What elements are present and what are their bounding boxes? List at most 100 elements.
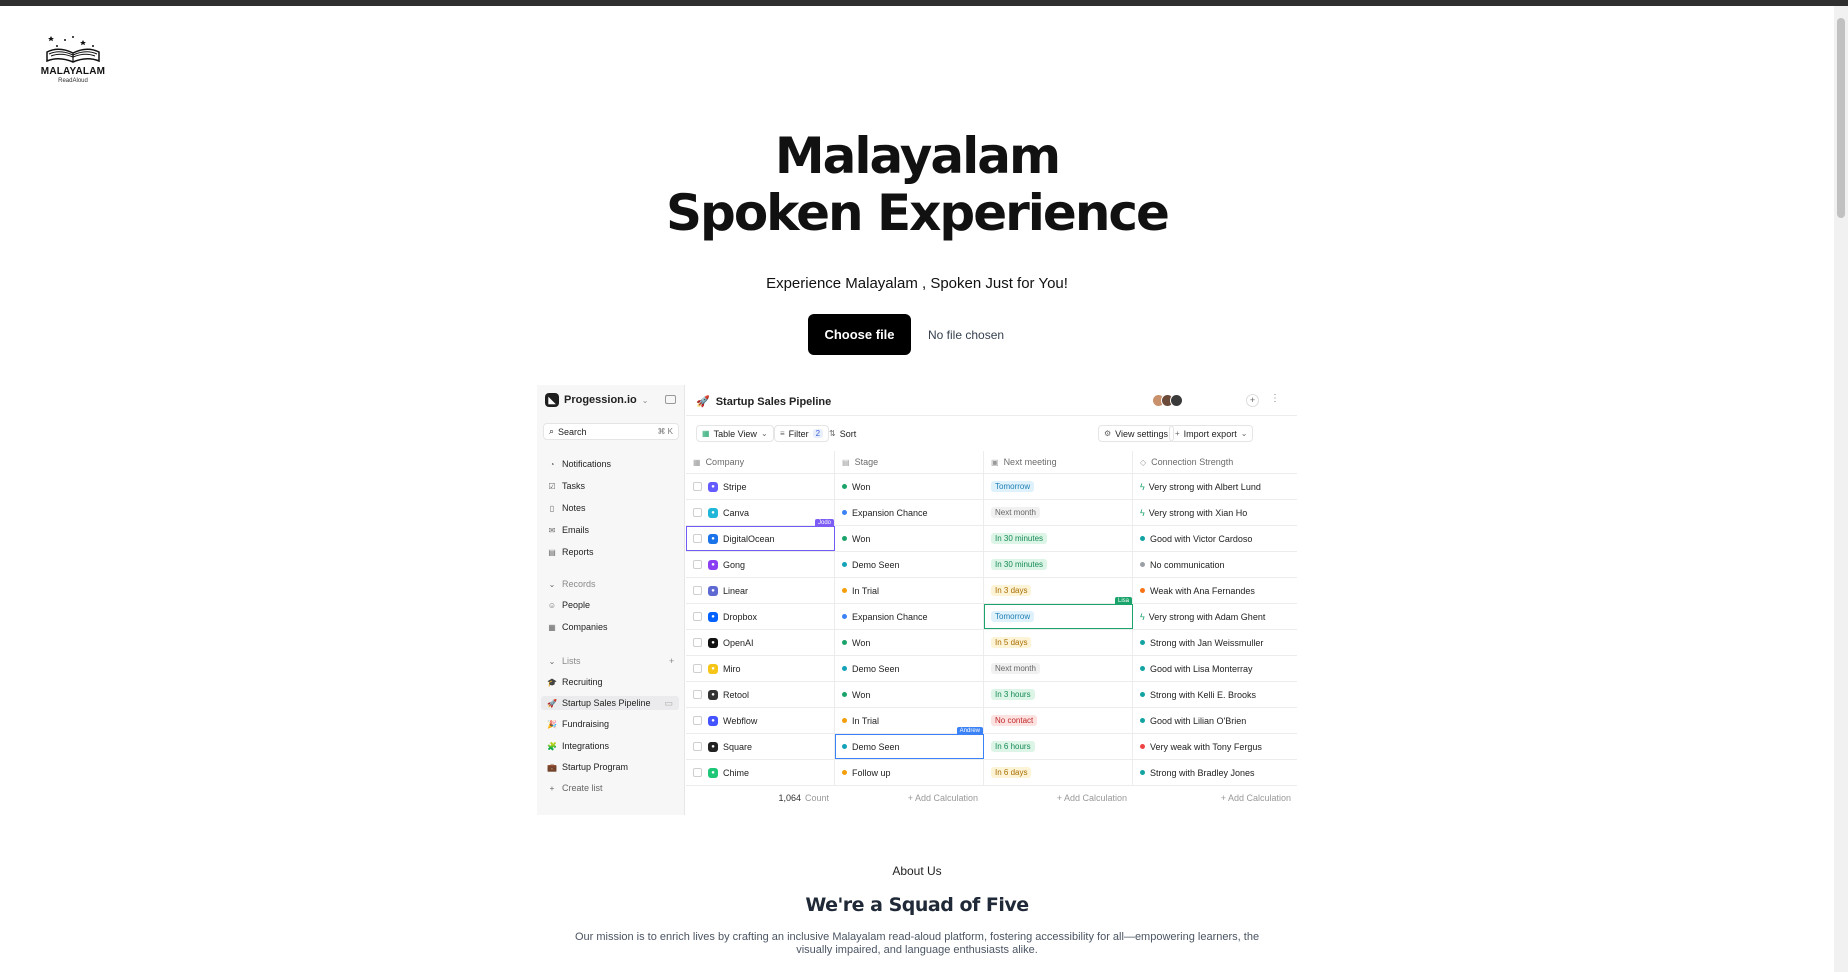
next-meeting-cell[interactable]: No contact [984, 708, 1133, 733]
create-list-button[interactable]: + Create list [547, 781, 603, 795]
table-row[interactable]: ● Dropbox Expansion Chance Tomorrow Lisa ϟ Ver… [686, 597, 1297, 630]
next-meeting-cell[interactable]: In 3 hours [984, 682, 1133, 707]
stage-cell[interactable]: Demo Seen [835, 656, 984, 681]
sidebar-item-emails[interactable]: ✉ Emails [547, 523, 589, 537]
brand-logo[interactable]: MALAYALAM ReadAloud [38, 34, 108, 84]
next-meeting-cell[interactable]: In 6 days [984, 760, 1133, 785]
company-cell[interactable]: ● Linear [686, 578, 835, 603]
sidebar-item-integrations[interactable]: 🧩 Integrations [547, 739, 609, 753]
sidebar-item-companies[interactable]: ▦ Companies [547, 620, 607, 634]
scrollbar-thumb[interactable] [1837, 18, 1845, 218]
stage-cell[interactable]: Won [835, 526, 984, 551]
table-row[interactable]: ● Linear In Trial In 3 days Weak with Ana Fe… [686, 578, 1297, 604]
collaborator-avatars[interactable] [1152, 394, 1183, 407]
table-row[interactable]: ● Webflow In Trial No contact Good with Lili… [686, 708, 1297, 734]
sort-button[interactable]: ⇅ Sort [824, 425, 861, 442]
table-row[interactable]: ● Chime Follow up In 6 days Strong with Brad… [686, 760, 1297, 786]
company-cell[interactable]: ● DigitalOcean Jodo [686, 519, 835, 551]
stage-cell[interactable]: Won [835, 630, 984, 655]
table-row[interactable]: ● Miro Demo Seen Next month Good with Lisa M… [686, 656, 1297, 682]
sidebar-item-reports[interactable]: ▤ Reports [547, 545, 593, 559]
connection-strength-cell[interactable]: Weak with Ana Fernandes [1133, 578, 1297, 603]
company-cell[interactable]: ● Dropbox [686, 604, 835, 629]
stage-cell[interactable]: Won [835, 682, 984, 707]
next-meeting-cell[interactable]: Tomorrow [984, 474, 1133, 499]
connection-strength-cell[interactable]: Good with Victor Cardoso [1133, 526, 1297, 551]
connection-strength-cell[interactable]: Strong with Bradley Jones [1133, 760, 1297, 785]
table-row[interactable]: ● Gong Demo Seen In 30 minutes No communicat… [686, 552, 1297, 578]
company-cell[interactable]: ● Canva [686, 500, 835, 525]
workspace-switcher[interactable]: ◣ Progession.io ⌄ [545, 393, 648, 407]
next-meeting-cell[interactable]: Next month [984, 500, 1133, 525]
company-cell[interactable]: ● Miro [686, 656, 835, 681]
table-row[interactable]: ● Retool Won In 3 hours Strong with Kelli E.… [686, 682, 1297, 708]
add-calculation-button[interactable]: + Add Calculation [1133, 786, 1297, 810]
import-export-button[interactable]: + Import export ⌄ [1169, 425, 1254, 442]
row-checkbox[interactable] [693, 482, 702, 491]
connection-strength-cell[interactable]: Good with Lisa Monterray [1133, 656, 1297, 681]
stage-cell[interactable]: Demo Seen Andrew [835, 727, 984, 759]
row-checkbox[interactable] [693, 638, 702, 647]
view-settings-button[interactable]: ⚙ View settings [1098, 425, 1175, 442]
connection-strength-cell[interactable]: Strong with Jan Weissmuller [1133, 630, 1297, 655]
company-cell[interactable]: ● Stripe [686, 474, 835, 499]
stage-cell[interactable]: In Trial [835, 578, 984, 603]
sidebar-item-notifications[interactable]: ◔ Notifications [547, 457, 611, 471]
sidebar-item-startup-sales-pipeline[interactable]: 🚀 Startup Sales Pipeline ▭ [541, 696, 679, 710]
connection-strength-cell[interactable]: No communication [1133, 552, 1297, 577]
add-collaborator-icon[interactable]: + [1246, 394, 1259, 407]
lists-section-header[interactable]: ⌄ Lists + [547, 654, 675, 668]
add-calculation-button[interactable]: + Add Calculation [984, 786, 1133, 810]
sidebar-search[interactable]: ⌕ Search ⌘ K [543, 423, 679, 440]
column-header-stage[interactable]: ▤ Stage [835, 451, 984, 473]
sidebar-item-notes[interactable]: ▯ Notes [547, 501, 586, 515]
more-options-icon[interactable]: ⋮ [1270, 393, 1280, 404]
row-checkbox[interactable] [693, 508, 702, 517]
choose-file-button[interactable]: Choose file [808, 314, 911, 355]
next-meeting-cell[interactable]: Tomorrow Lisa [984, 597, 1133, 629]
company-cell[interactable]: ● Chime [686, 760, 835, 785]
connection-strength-cell[interactable]: ϟ Very strong with Albert Lund [1133, 474, 1297, 499]
next-meeting-cell[interactable]: In 30 minutes [984, 552, 1133, 577]
next-meeting-cell[interactable]: In 3 days [984, 578, 1133, 603]
add-calculation-button[interactable]: + Add Calculation [835, 786, 984, 810]
filter-button[interactable]: ≡ Filter 2 [774, 425, 830, 442]
sidebar-item-people[interactable]: ☺ People [547, 598, 590, 612]
sidebar-item-fundraising[interactable]: 🎉 Fundraising [547, 717, 609, 731]
connection-strength-cell[interactable]: Strong with Kelli E. Brooks [1133, 682, 1297, 707]
sidebar-item-tasks[interactable]: ☑ Tasks [547, 479, 585, 493]
next-meeting-cell[interactable]: In 6 hours [984, 734, 1133, 759]
records-section-header[interactable]: ⌄ Records [547, 577, 596, 591]
connection-strength-cell[interactable]: Very weak with Tony Fergus [1133, 734, 1297, 759]
stage-cell[interactable]: Follow up [835, 760, 984, 785]
company-cell[interactable]: ● OpenAI [686, 630, 835, 655]
row-checkbox[interactable] [693, 768, 702, 777]
row-checkbox[interactable] [693, 560, 702, 569]
stage-cell[interactable]: Won [835, 474, 984, 499]
row-checkbox[interactable] [693, 612, 702, 621]
next-meeting-cell[interactable]: In 30 minutes [984, 526, 1133, 551]
connection-strength-cell[interactable]: Good with Lilian O'Brien [1133, 708, 1297, 733]
row-checkbox[interactable] [693, 716, 702, 725]
row-checkbox[interactable] [693, 586, 702, 595]
table-row[interactable]: ● DigitalOcean Jodo Won In 30 minutes Good wi… [686, 519, 1297, 552]
sidebar-collapse-icon[interactable] [665, 395, 676, 404]
row-checkbox[interactable] [693, 534, 702, 543]
next-meeting-cell[interactable]: Next month [984, 656, 1133, 681]
company-cell[interactable]: ● Retool [686, 682, 835, 707]
column-header-company[interactable]: ▦ Company [686, 451, 835, 473]
sidebar-item-recruiting[interactable]: 🎓 Recruiting [547, 675, 603, 689]
add-list-icon[interactable]: + [669, 656, 674, 666]
stage-cell[interactable]: Expansion Chance [835, 604, 984, 629]
column-header-next-meeting[interactable]: ▣ Next meeting [984, 451, 1133, 473]
page-scrollbar[interactable] [1834, 6, 1848, 972]
table-view-dropdown[interactable]: ▦ Table View ⌄ [696, 425, 774, 442]
sidebar-item-startup-program[interactable]: 💼 Startup Program [547, 760, 628, 774]
table-row[interactable]: ● Stripe Won Tomorrow ϟ Very strong with Albe… [686, 474, 1297, 500]
table-row[interactable]: ● Canva Expansion Chance Next month ϟ Very st… [686, 500, 1297, 526]
table-row[interactable]: ● OpenAI Won In 5 days Strong with Jan Weiss… [686, 630, 1297, 656]
company-cell[interactable]: ● Gong [686, 552, 835, 577]
connection-strength-cell[interactable]: ϟ Very strong with Adam Ghent [1133, 604, 1297, 629]
connection-strength-cell[interactable]: ϟ Very strong with Xian Ho [1133, 500, 1297, 525]
company-cell[interactable]: ● Webflow [686, 708, 835, 733]
